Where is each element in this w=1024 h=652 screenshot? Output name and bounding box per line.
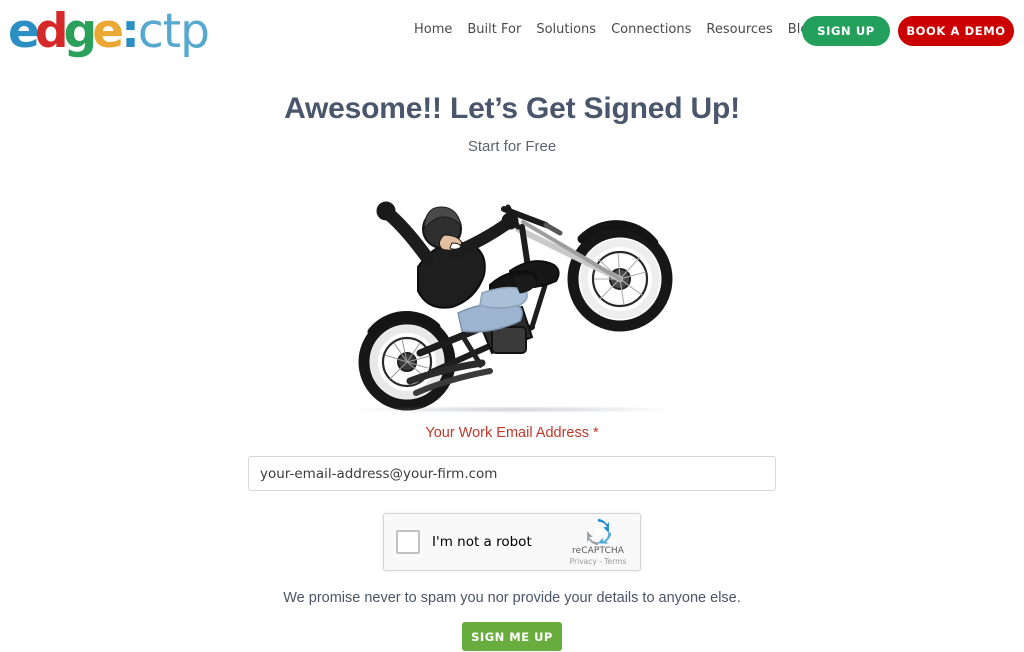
signup-page-main: Awesome!! Let’s Get Signed Up! Start for… [0,70,1024,652]
nav-item-built-for[interactable]: Built For [467,22,521,37]
hero-image-shadow [350,406,676,413]
nav-item-solutions[interactable]: Solutions [536,22,596,37]
nav-item-home[interactable]: Home [414,22,452,37]
logo-letter-e2: e [92,4,124,59]
site-logo[interactable]: edge:ctp [8,4,210,59]
hero-image-biker-wheelie [332,167,692,415]
site-header: edge:ctp Home Built For Solutions Connec… [0,0,1024,70]
page-title: Awesome!! Let’s Get Signed Up! [284,92,740,125]
logo-letter-d: d [34,4,69,59]
recaptcha-widget[interactable]: I'm not a robot reCAPTCHA Privacy - Term… [383,513,641,571]
logo-letter-e1: e [8,4,40,59]
signup-form: Your Work Email Address * I'm not a robo… [0,423,1024,652]
header-signup-button[interactable]: SIGN UP [802,16,890,46]
recaptcha-branding: reCAPTCHA Privacy - Terms [563,518,633,567]
spam-promise-text: We promise never to spam you nor provide… [283,590,741,606]
logo-letter-g: g [63,4,98,59]
recaptcha-icon [587,518,612,546]
logo-text-ctp: ctp [137,4,210,59]
email-input[interactable] [248,456,776,491]
page-subtitle: Start for Free [467,138,557,155]
recaptcha-brand-name: reCAPTCHA [572,546,624,556]
biker-wheelie-illustration [332,167,692,415]
nav-item-connections[interactable]: Connections [611,22,691,37]
recaptcha-checkbox[interactable] [396,530,420,554]
sign-me-up-button[interactable]: SIGN ME UP [462,622,562,651]
email-field-label: Your Work Email Address * [425,425,599,441]
recaptcha-label: I'm not a robot [432,534,532,550]
logo-colon: : [121,4,140,59]
header-book-demo-button[interactable]: BOOK A DEMO [898,16,1014,46]
nav-item-resources[interactable]: Resources [706,22,772,37]
recaptcha-privacy-terms[interactable]: Privacy - Terms [563,557,633,567]
